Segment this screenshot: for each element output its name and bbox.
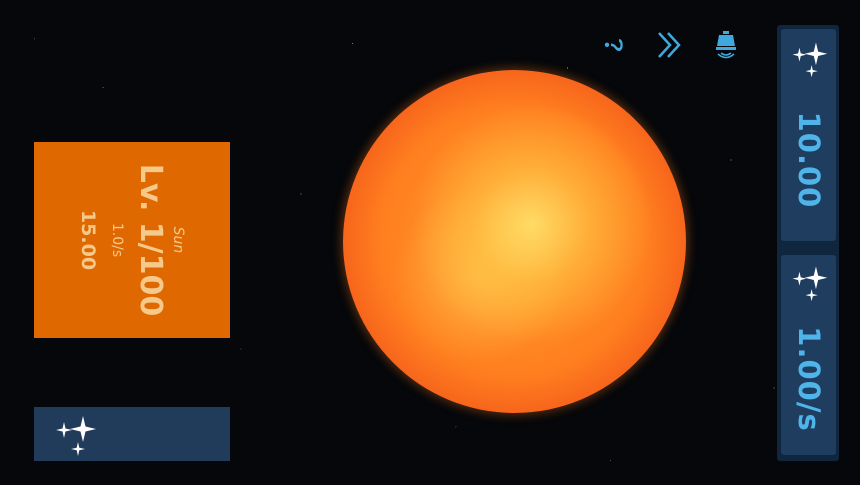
stardust-rate: 1.00/s (791, 326, 826, 432)
planet-level: Lv. 1/100 (133, 163, 169, 317)
currency-panel: 10.00 1.00/s (777, 25, 839, 461)
sparkle-icon (792, 42, 828, 78)
help-icon[interactable] (597, 30, 631, 60)
stardust-rate-box[interactable]: 1.00/s (781, 255, 836, 455)
stardust-total: 10.00 (791, 112, 826, 209)
planet-info-card[interactable]: Sun Lv. 1/100 1.0/s 15.00 (34, 142, 230, 338)
sparkle-icon (56, 416, 96, 456)
sun-planet[interactable] (343, 70, 686, 413)
fast-forward-icon[interactable] (655, 30, 689, 60)
planet-name: Sun (170, 226, 187, 254)
stardust-button[interactable] (34, 407, 230, 461)
planet-rate: 1.0/s (109, 222, 126, 258)
upgrade-cost: 15.00 (77, 209, 100, 271)
sparkle-icon (792, 266, 828, 302)
stardust-total-box[interactable]: 10.00 (781, 29, 836, 241)
bell-icon[interactable] (709, 30, 743, 60)
